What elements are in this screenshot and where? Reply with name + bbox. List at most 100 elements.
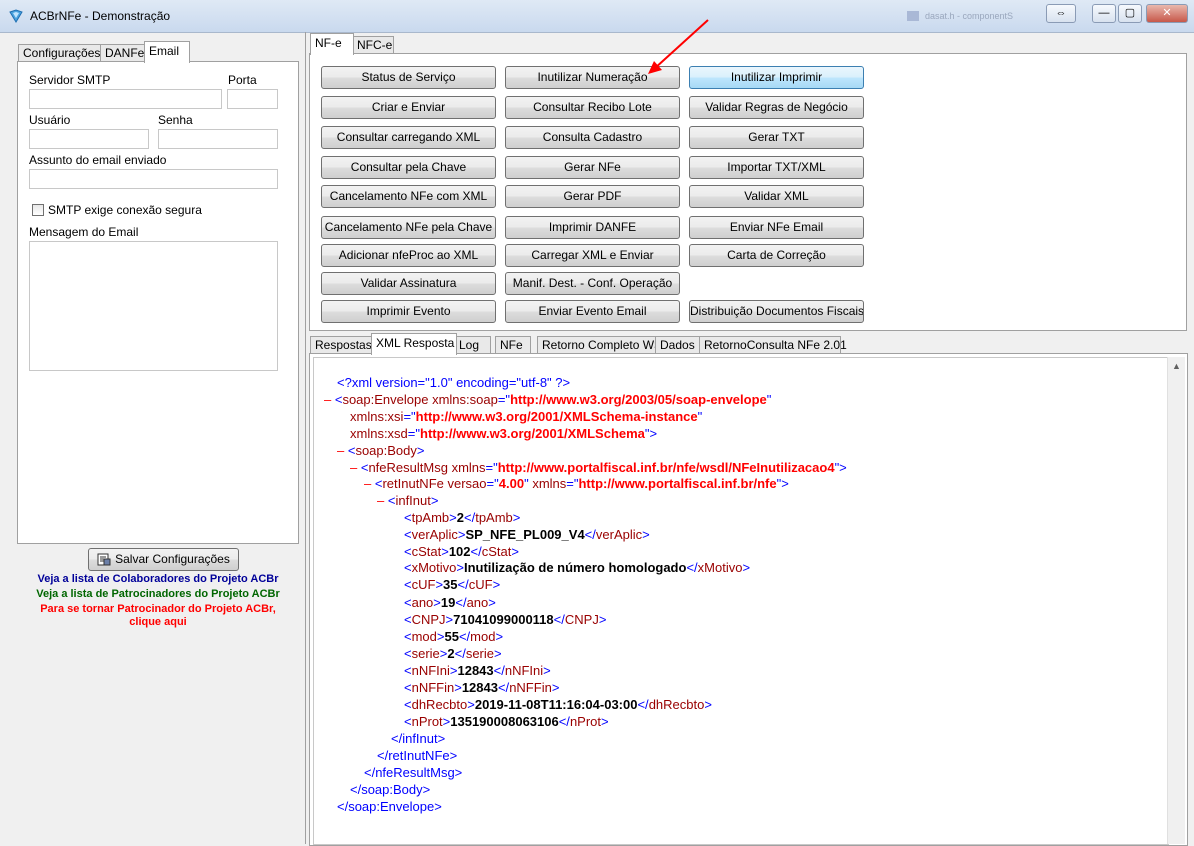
carta-correcao-button[interactable]: Carta de Correção [689,244,864,267]
annotation-arrow-icon [648,19,709,74]
tab-retorno-completo[interactable]: Retorno Completo WS [537,336,662,354]
tab-xml-resposta[interactable]: XML Resposta [371,333,457,355]
validar-assinatura-button[interactable]: Validar Assinatura [321,272,496,295]
xml-field-line: <xMotivo>Inutilização de número homologa… [404,560,751,575]
consulta-cadastro-button[interactable]: Consulta Cadastro [505,126,680,149]
xml-infinut-open: – <infInut> [377,493,439,508]
save-settings-button[interactable]: Salvar Configurações [88,548,239,571]
port-label: Porta [228,73,257,87]
xml-body-close: </soap:Body> [350,782,431,797]
save-settings-icon [97,553,111,566]
xml-field-line: <ano>19</ano> [404,595,496,610]
xml-declaration: <?xml version="1.0" encoding="utf-8" ?> [337,375,571,390]
xml-field-line: <verAplic>SP_NFE_PL009_V4</verAplic> [404,527,650,542]
subject-field[interactable] [29,169,278,189]
close-button[interactable]: ✕ [1146,4,1188,23]
enviar-nfe-email-button[interactable]: Enviar NFe Email [689,216,864,239]
faded-app-icon [907,11,919,21]
xml-scrollbar[interactable]: ▲ [1167,357,1185,844]
cancelamento-chave-button[interactable]: Cancelamento NFe pela Chave [321,216,496,239]
user-label: Usuário [29,113,71,127]
manif-dest-button[interactable]: Manif. Dest. - Conf. Operação [505,272,680,295]
xml-envelope-close: </soap:Envelope> [337,799,442,814]
collapse-toggle[interactable]: – [364,476,371,491]
smtp-server-field[interactable] [29,89,222,109]
xml-nferesult-open: – <nfeResultMsg xmlns="http://www.portal… [350,460,847,475]
scroll-up-icon[interactable]: ▲ [1172,361,1181,371]
collapse-toggle[interactable]: – [350,460,357,475]
consultar-recibo-lote-button[interactable]: Consultar Recibo Lote [505,96,680,119]
secure-connection-label: SMTP exige conexão segura [48,203,202,217]
collapse-toggle[interactable]: – [337,443,344,458]
xml-body-open: – <soap:Body> [337,443,425,458]
consultar-chave-button[interactable]: Consultar pela Chave [321,156,496,179]
xml-envelope-xsi: xmlns:xsi="http://www.w3.org/2001/XMLSch… [350,409,703,424]
become-sponsor-text[interactable]: Para se tornar Patrocinador do Projeto A… [18,603,298,615]
faded-window-label: dasat.h - componentS [925,11,1014,21]
xml-field-line: <nNFIni>12843</nNFIni> [404,663,551,678]
tab-log[interactable]: Log [454,336,491,354]
subject-label: Assunto do email enviado [29,153,167,167]
password-field[interactable] [158,129,278,149]
port-field[interactable] [227,89,278,109]
title-bar: ACBrNFe - Demonstração dasat.h - compone… [0,0,1194,33]
tab-nfe[interactable]: NF-e [310,33,354,55]
collapse-toggle[interactable]: – [377,493,384,508]
maximize-button[interactable]: ▢ [1118,4,1142,23]
app-logo-icon [9,9,23,23]
tab-nfce[interactable]: NFC-e [352,36,394,54]
adicionar-nfeproc-button[interactable]: Adicionar nfeProc ao XML [321,244,496,267]
xml-field-line: <dhRecbto>2019-11-08T11:16:04-03:00</dhR… [404,697,712,712]
xml-field-line: <nNFFin>12843</nNFFin> [404,680,560,695]
smtp-server-label: Servidor SMTP [29,73,111,87]
validar-xml-button[interactable]: Validar XML [689,185,864,208]
tab-nfe-bottom[interactable]: NFe [495,336,531,354]
validar-regras-button[interactable]: Validar Regras de Negócio [689,96,864,119]
xml-envelope-open: – <soap:Envelope xmlns:soap="http://www.… [324,392,772,407]
become-sponsor-link[interactable]: clique aqui [18,616,298,628]
imprimir-danfe-button[interactable]: Imprimir DANFE [505,216,680,239]
xml-field-line: <cUF>35</cUF> [404,577,501,592]
consultar-carregando-xml-button[interactable]: Consultar carregando XML [321,126,496,149]
restore-arrows-button[interactable]: ⇔ [1046,4,1076,23]
xml-field-line: <nProt>135190008063106</nProt> [404,714,609,729]
message-label: Mensagem do Email [29,225,139,239]
password-label: Senha [158,113,193,127]
xml-envelope-xsd: xmlns:xsd="http://www.w3.org/2001/XMLSch… [350,426,658,441]
xml-field-line: <cStat>102</cStat> [404,544,519,559]
xml-retinut-close: </retInutNFe> [377,748,458,763]
xml-infinut-close: </infInut> [391,731,446,746]
email-settings-panel: Servidor SMTP Porta Usuário Senha Assunt… [17,61,299,544]
tab-dados[interactable]: Dados [655,336,701,354]
secure-connection-checkbox[interactable] [32,204,44,216]
tab-configuracoes[interactable]: Configurações [18,44,102,62]
inutilizar-imprimir-button[interactable]: Inutilizar Imprimir [689,66,864,89]
user-field[interactable] [29,129,149,149]
enviar-evento-email-button[interactable]: Enviar Evento Email [505,300,680,323]
minimize-button[interactable]: — [1092,4,1116,23]
save-settings-label: Salvar Configurações [115,552,230,566]
xml-field-line: <CNPJ>71041099000118</CNPJ> [404,612,607,627]
gerar-txt-button[interactable]: Gerar TXT [689,126,864,149]
gerar-nfe-button[interactable]: Gerar NFe [505,156,680,179]
xml-nferesult-close: </nfeResultMsg> [364,765,463,780]
tab-respostas[interactable]: Respostas [310,336,374,354]
importar-txt-xml-button[interactable]: Importar TXT/XML [689,156,864,179]
cancelamento-xml-button[interactable]: Cancelamento NFe com XML [321,185,496,208]
collaborators-link[interactable]: Veja a lista de Colaboradores do Projeto… [18,573,298,585]
sponsors-link[interactable]: Veja a lista de Patrocinadores do Projet… [18,588,298,600]
criar-enviar-button[interactable]: Criar e Enviar [321,96,496,119]
xml-field-line: <serie>2</serie> [404,646,502,661]
status-servico-button[interactable]: Status de Serviço [321,66,496,89]
imprimir-evento-button[interactable]: Imprimir Evento [321,300,496,323]
xml-field-line: <mod>55</mod> [404,629,504,644]
distribuicao-documentos-button[interactable]: Distribuição Documentos Fiscais [689,300,864,323]
carregar-xml-enviar-button[interactable]: Carregar XML e Enviar [505,244,680,267]
message-textarea[interactable] [29,241,278,371]
gerar-pdf-button[interactable]: Gerar PDF [505,185,680,208]
collapse-toggle[interactable]: – [324,392,331,407]
splitter[interactable] [305,32,306,844]
tab-email[interactable]: Email [144,41,190,63]
nfe-actions-panel: Status de Serviço Criar e Enviar Consult… [309,53,1187,331]
tab-retorno-consulta[interactable]: RetornoConsulta NFe 2.01 [699,336,847,354]
